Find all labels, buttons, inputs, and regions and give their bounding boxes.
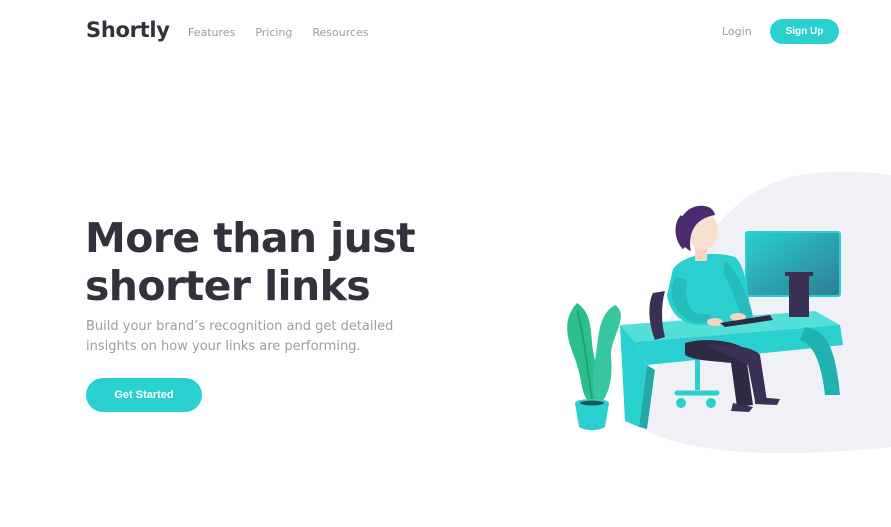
- login-link[interactable]: Login: [722, 25, 752, 38]
- hero-subtext: Build your brand’s recognition and get d…: [86, 319, 394, 354]
- get-started-button[interactable]: Get Started: [86, 378, 202, 412]
- signup-button[interactable]: Sign Up: [770, 19, 839, 44]
- hero-headline-line2: shorter links: [85, 262, 371, 310]
- person-working-at-desk-illustration: [567, 171, 891, 454]
- nav-pricing-link[interactable]: Pricing: [255, 26, 292, 39]
- hero-headline-line1: More than just: [85, 214, 416, 262]
- main-nav: Features Pricing Resources: [188, 26, 369, 39]
- hero-headline: More than just shorter links: [85, 214, 505, 310]
- landing-page: Shortly Features Pricing Resources Login…: [0, 0, 891, 527]
- nav-features-link[interactable]: Features: [188, 26, 235, 39]
- nav-resources-link[interactable]: Resources: [312, 26, 368, 39]
- logo[interactable]: Shortly: [86, 18, 170, 42]
- plant-icon: [567, 303, 621, 430]
